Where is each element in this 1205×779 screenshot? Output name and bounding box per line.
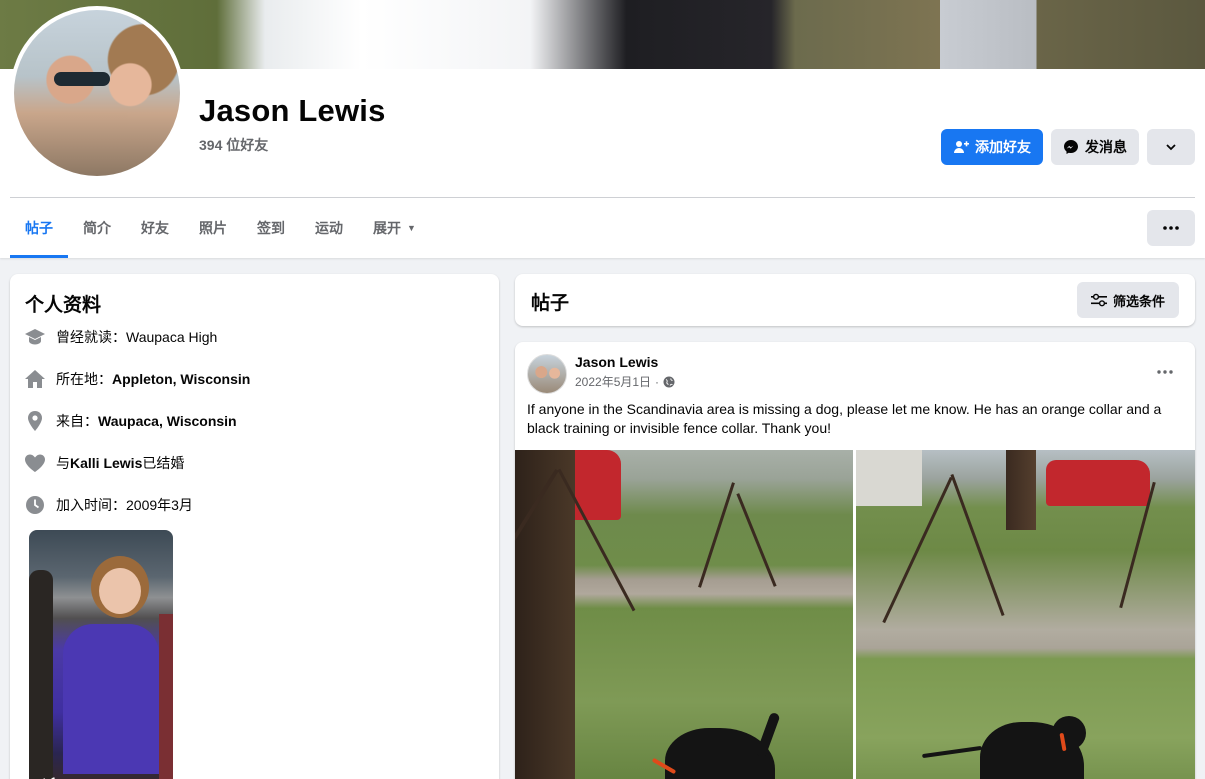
tab-posts[interactable]: 帖子 [10,198,68,258]
post-date[interactable]: 2022年5月1日 [575,373,651,390]
location-pin-icon [24,410,46,432]
intro-card: 个人资料 曾经就读： Waupaca High 所在地： Appleton, Wis… [10,274,499,779]
clock-icon [24,494,46,516]
intro-hometown-prefix: 来自： [56,413,98,429]
post-text: If anyone in the Scandinavia area is mis… [527,401,1162,436]
messenger-icon [1064,140,1078,154]
caret-down-icon: ▼ [407,223,416,233]
post-card: Jason Lewis 2022年5月1日 · If anyone in the… [515,342,1195,779]
more-horizontal-icon [1157,370,1173,374]
intro-title: 个人资料 [25,295,102,316]
intro-relationship-prefix: 与 [56,455,70,471]
intro-joined: 加入时间： 2009年3月 [24,493,193,517]
intro-relationship-suffix: 已结婚 [142,455,185,471]
add-person-icon [954,141,969,153]
featured-photo[interactable]: + 1 [29,530,173,779]
globe-icon [663,376,675,387]
heart-icon [24,452,46,474]
more-horizontal-icon [1163,226,1179,230]
tabs-more-options-button[interactable] [1147,210,1195,246]
filter-button[interactable]: 筛选条件 [1077,282,1179,318]
post-author-avatar[interactable] [527,354,567,394]
filter-label: 筛选条件 [1112,293,1165,309]
intro-education: 曾经就读： Waupaca High [24,325,217,349]
tab-more[interactable]: 展开 ▼ [358,198,431,258]
post-author-name[interactable]: Jason Lewis [575,354,658,370]
post-meta: 2022年5月1日 · [575,373,675,390]
profile-name: Jason Lewis [199,93,386,128]
intro-education-value[interactable]: Waupaca High [126,329,217,345]
intro-hometown-value[interactable]: Waupaca, Wisconsin [98,413,237,429]
add-friend-button[interactable]: 添加好友 [941,129,1043,165]
tab-more-label: 展开 [373,220,401,236]
post-options-button[interactable] [1151,360,1179,384]
filter-sliders-icon [1090,293,1107,307]
intro-hometown: 来自： Waupaca, Wisconsin [24,409,237,433]
intro-relationship: 与 Kalli Lewis 已结婚 [24,451,184,475]
graduation-cap-icon [24,326,46,348]
meta-separator: · [655,374,660,389]
profile-avatar[interactable] [10,6,184,180]
intro-relationship-partner[interactable]: Kalli Lewis [70,455,142,471]
profile-tabs: 帖子 简介 好友 照片 签到 运动 展开 ▼ [10,198,431,258]
post-photo-1[interactable] [515,450,853,779]
avatar-image [14,10,180,176]
chevron-down-icon [1166,144,1176,151]
profile-dropdown-button[interactable] [1147,129,1195,165]
intro-joined-value: 2009年3月 [126,497,193,513]
message-label: 发消息 [1085,139,1127,155]
intro-current-city-value[interactable]: Appleton, Wisconsin [112,371,250,387]
tab-sports[interactable]: 运动 [300,198,358,258]
intro-joined-prefix: 加入时间： [56,497,126,513]
post-photo-2[interactable] [856,450,1195,779]
intro-education-prefix: 曾经就读： [56,329,126,345]
profile-header: Jason Lewis 394 位好友 添加好友 发消息 帖子 简介 好友 照片… [0,0,1205,258]
posts-header-card: 帖子 筛选条件 [515,274,1195,326]
intro-current-city: 所在地： Appleton, Wisconsin [24,367,250,391]
posts-title: 帖子 [531,293,570,314]
tab-checkins[interactable]: 签到 [242,198,300,258]
add-friend-label: 添加好友 [975,139,1031,155]
intro-current-city-prefix: 所在地： [56,371,112,387]
tab-friends[interactable]: 好友 [126,198,184,258]
friends-count[interactable]: 394 位好友 [199,135,268,155]
cover-photo[interactable] [0,0,1205,69]
tab-photos[interactable]: 照片 [184,198,242,258]
tab-about[interactable]: 简介 [68,198,126,258]
message-button[interactable]: 发消息 [1051,129,1139,165]
home-icon [24,368,46,390]
